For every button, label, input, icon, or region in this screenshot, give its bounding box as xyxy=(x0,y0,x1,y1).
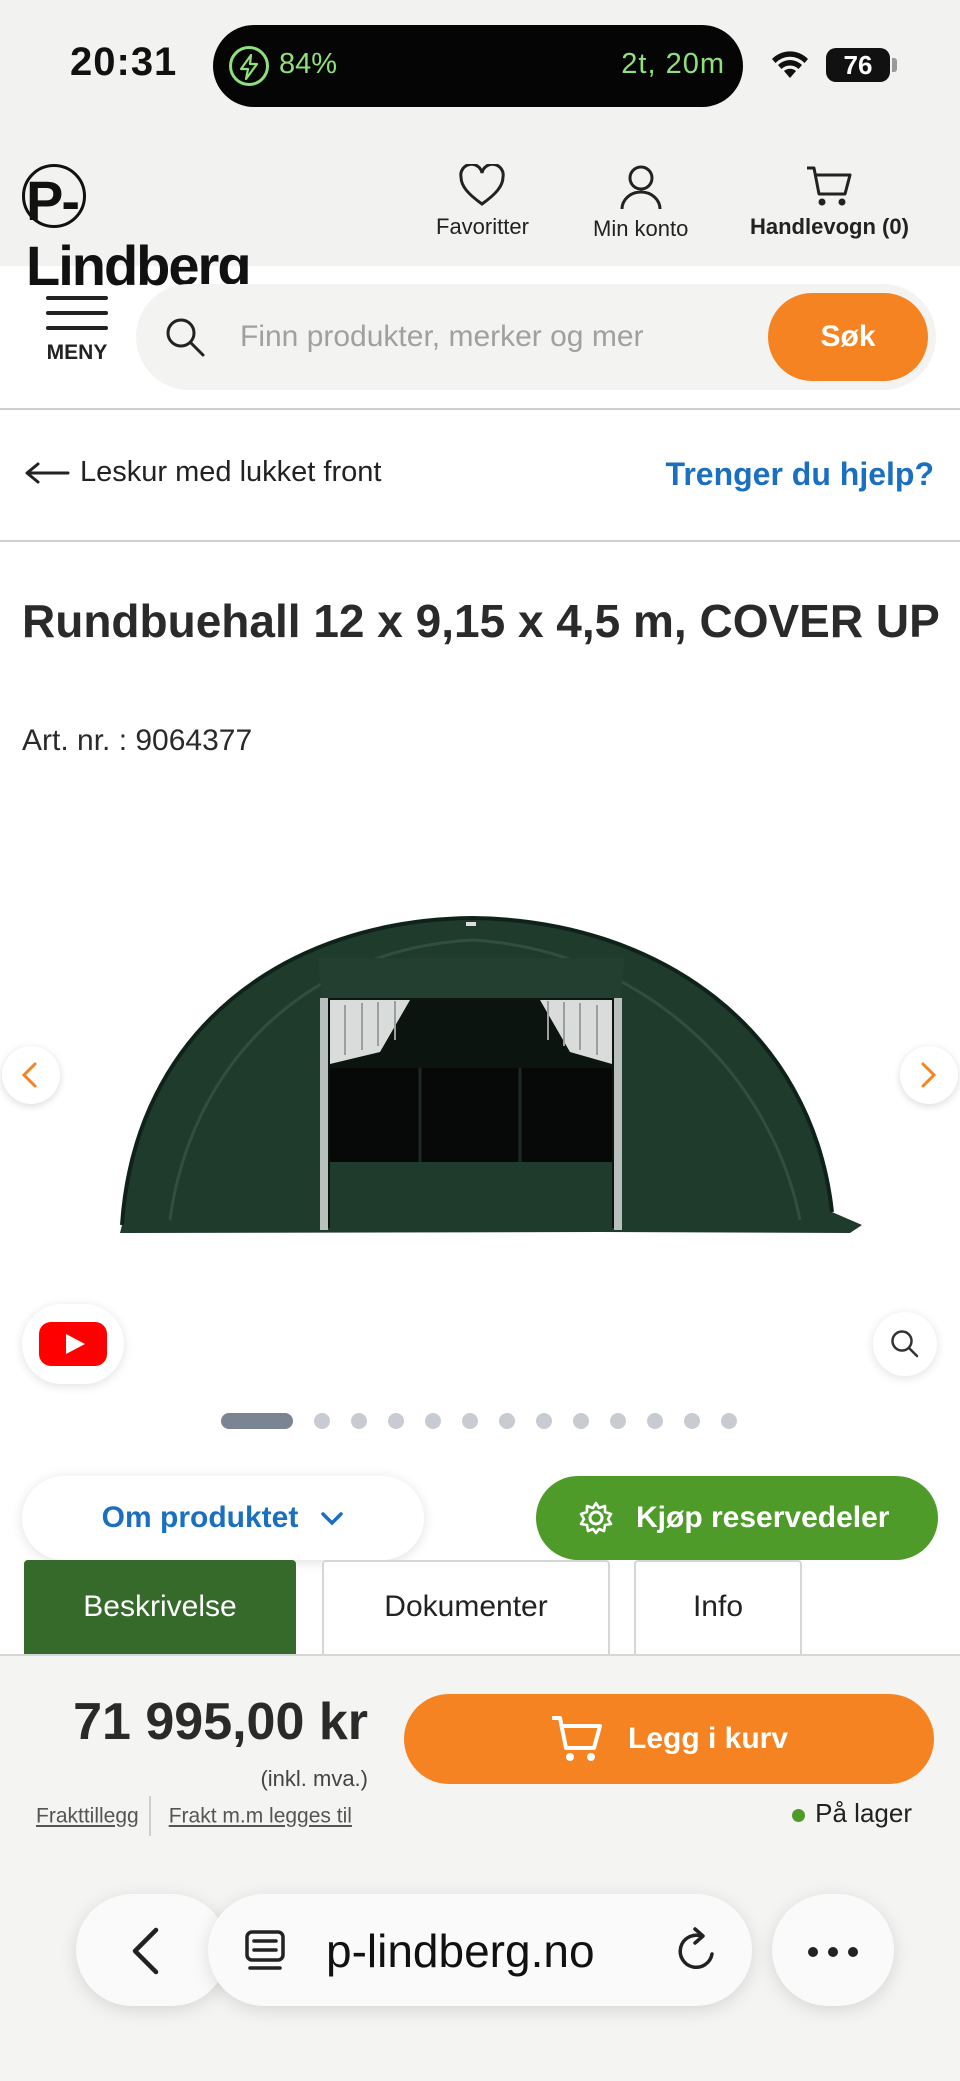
hamburger-icon-bar xyxy=(46,326,108,330)
product-image-gallery[interactable] xyxy=(0,790,960,1430)
url-text: p-lindberg.no xyxy=(326,1925,595,1977)
reader-icon xyxy=(245,1930,285,1970)
menu-button[interactable]: MENY xyxy=(30,296,124,376)
tab-info[interactable]: Info xyxy=(634,1560,802,1656)
pagination-dot[interactable] xyxy=(314,1413,330,1429)
chevron-left-icon xyxy=(132,1927,159,1975)
chevron-down-icon xyxy=(321,1512,344,1526)
back-breadcrumb[interactable]: Leskur med lukket front xyxy=(24,456,381,489)
divider xyxy=(0,408,960,410)
more-options-button[interactable] xyxy=(772,1894,894,2006)
pagination-dot[interactable] xyxy=(610,1413,626,1429)
reload-icon[interactable] xyxy=(674,1926,720,1974)
search-button[interactable]: Søk xyxy=(768,293,928,381)
charging-icon xyxy=(229,46,269,86)
help-link[interactable]: Trenger du hjelp? xyxy=(666,456,934,493)
hamburger-icon xyxy=(46,296,108,300)
search-icon xyxy=(166,318,205,357)
stock-status: På lager xyxy=(792,1798,912,1829)
battery-tip xyxy=(892,58,897,72)
pagination-dot[interactable] xyxy=(388,1413,404,1429)
pagination-dot[interactable] xyxy=(425,1413,441,1429)
tab-beskrivelse[interactable]: Beskrivelse xyxy=(24,1560,296,1656)
pagination-dot[interactable] xyxy=(573,1413,589,1429)
video-button[interactable] xyxy=(22,1304,124,1384)
search-bar: Søk xyxy=(136,284,936,390)
freight-surcharge-link[interactable]: Frakttillegg xyxy=(36,1805,139,1828)
activity-time: 2t, 20m xyxy=(621,48,725,80)
vat-note: (inkl. mva.) xyxy=(260,1766,368,1791)
dynamic-island: 84% 2t, 20m xyxy=(213,25,743,107)
divider xyxy=(0,540,960,542)
pagination-dot[interactable] xyxy=(462,1413,478,1429)
pagination-dot[interactable] xyxy=(684,1413,700,1429)
more-icon xyxy=(808,1947,818,1957)
pagination-dot[interactable] xyxy=(647,1413,663,1429)
tab-dokumenter[interactable]: Dokumenter xyxy=(322,1560,610,1656)
separator xyxy=(148,1796,151,1838)
price: 71 995,00 kr xyxy=(73,1693,368,1751)
chevron-right-icon xyxy=(921,1062,937,1088)
pagination-dot[interactable] xyxy=(499,1413,515,1429)
browser-toolbar: p-lindberg.no xyxy=(0,1836,960,2081)
stock-label: På lager xyxy=(815,1798,912,1828)
stock-dot xyxy=(792,1808,806,1822)
account-label: Min konto xyxy=(593,216,689,241)
favorites-link[interactable]: Favoritter xyxy=(436,164,529,240)
article-number: Art. nr. : 9064377 xyxy=(22,724,253,757)
about-product-button[interactable]: Om produktet xyxy=(22,1476,424,1560)
logo[interactable]: P-Lindberg xyxy=(22,160,282,297)
more-icon-dot xyxy=(848,1947,858,1957)
favorites-label: Favoritter xyxy=(436,214,529,239)
product-title: Rundbuehall 12 x 9,15 x 4,5 m, COVER UP xyxy=(22,595,940,647)
browser-back-button[interactable] xyxy=(76,1894,228,2006)
about-product-label: Om produktet xyxy=(101,1501,299,1534)
status-bar: 20:31 84% 2t, 20m 76 xyxy=(0,0,960,132)
spare-parts-button[interactable]: Kjøp reservedeler xyxy=(536,1476,938,1560)
hamburger-icon-bar xyxy=(46,311,108,315)
spare-parts-label: Kjøp reservedeler xyxy=(636,1501,890,1534)
youtube-icon xyxy=(39,1322,107,1366)
address-bar[interactable]: p-lindberg.no xyxy=(208,1894,752,2006)
site-header: P-Lindberg Favoritter Min konto Handlevo… xyxy=(0,132,960,297)
clock: 20:31 xyxy=(70,40,178,84)
gallery-next-button[interactable] xyxy=(900,1046,958,1104)
activity-battery: 84% xyxy=(279,48,338,80)
zoom-button[interactable] xyxy=(873,1312,937,1376)
battery-indicator: 76 xyxy=(826,48,890,82)
gear-icon xyxy=(579,1501,613,1535)
logo-text: P-Lindberg xyxy=(26,169,252,297)
back-breadcrumb-label: Leskur med lukket front xyxy=(80,456,382,488)
pagination-dot[interactable] xyxy=(351,1413,367,1429)
pagination-dot[interactable] xyxy=(536,1413,552,1429)
more-icon-dot xyxy=(828,1947,838,1957)
add-to-cart-button[interactable]: Legg i kurv xyxy=(404,1694,934,1784)
user-icon xyxy=(620,165,662,210)
add-to-cart-label: Legg i kurv xyxy=(628,1722,789,1755)
account-link[interactable]: Min konto xyxy=(593,164,688,242)
cart-link[interactable]: Handlevogn (0) xyxy=(750,164,909,240)
chevron-left-icon xyxy=(21,1062,37,1088)
cart-label: Handlevogn (0) xyxy=(750,214,909,239)
cart-icon xyxy=(552,1716,602,1761)
gallery-prev-button[interactable] xyxy=(2,1046,60,1104)
cart-icon xyxy=(807,166,852,206)
menu-label: MENY xyxy=(46,341,108,364)
freight-info-link[interactable]: Frakt m.m legges til xyxy=(169,1805,352,1828)
freight-links: Frakttillegg Frakt m.m legges til xyxy=(36,1796,352,1838)
pagination-dot[interactable] xyxy=(721,1413,737,1429)
zoom-icon xyxy=(891,1330,919,1358)
arrow-left-icon xyxy=(25,462,70,484)
product-image xyxy=(120,915,862,1233)
wifi-icon xyxy=(772,51,808,78)
search-input[interactable] xyxy=(240,312,780,362)
heart-icon xyxy=(459,164,506,206)
pagination-dot-active[interactable] xyxy=(221,1413,293,1429)
